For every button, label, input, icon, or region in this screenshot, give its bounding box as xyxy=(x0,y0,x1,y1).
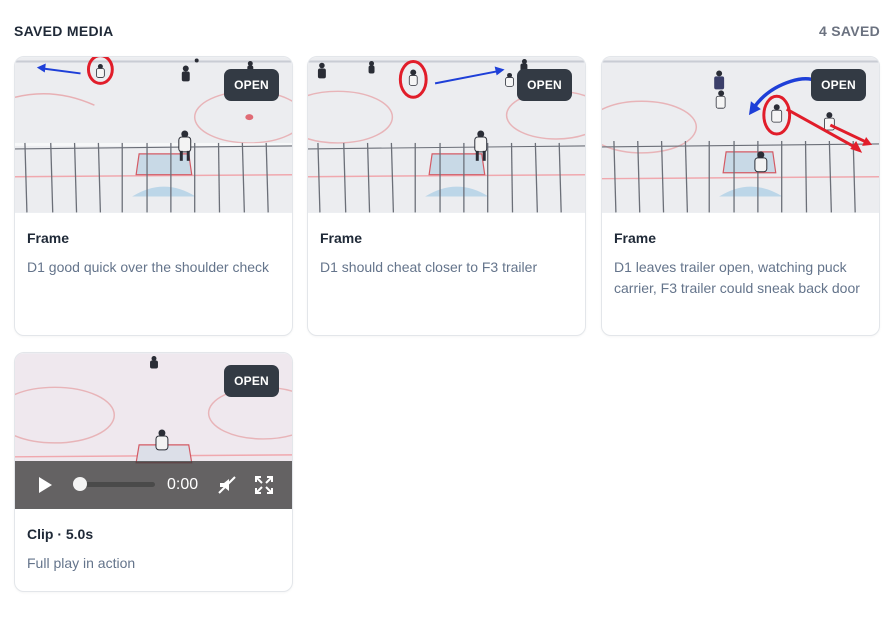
card-title: Frame xyxy=(614,230,657,246)
saved-media-header: SAVED MEDIA 4 SAVED xyxy=(14,22,880,40)
card-title: Frame xyxy=(27,230,70,246)
frame-thumbnail: OPEN xyxy=(308,57,585,213)
current-time: 0:00 xyxy=(167,476,199,493)
saved-count: 4 SAVED xyxy=(819,23,880,39)
card-description: Full play in action xyxy=(27,555,136,571)
card-body: Frame D1 leaves trailer open, watching p… xyxy=(602,213,879,298)
card-body: Frame D1 should cheat closer to F3 trail… xyxy=(308,213,585,278)
media-card-4[interactable]: OPEN 0:00 Clip · 5.0s Full play in actio… xyxy=(14,352,293,592)
video-controls: 0:00 xyxy=(15,461,292,509)
open-button[interactable]: OPEN xyxy=(811,69,866,101)
frame-thumbnail: OPEN xyxy=(602,57,879,213)
frame-thumbnail: OPEN xyxy=(15,57,292,213)
media-card-3[interactable]: OPEN Frame D1 leaves trailer open, watch… xyxy=(601,56,880,336)
play-icon[interactable] xyxy=(35,475,55,495)
open-button[interactable]: OPEN xyxy=(224,69,279,101)
card-body: Frame D1 good quick over the shoulder ch… xyxy=(15,213,292,278)
card-description: D1 good quick over the shoulder check xyxy=(27,259,270,275)
media-card-1[interactable]: OPEN Frame D1 good quick over the should… xyxy=(14,56,293,336)
open-button[interactable]: OPEN xyxy=(224,365,279,397)
seek-knob[interactable] xyxy=(73,477,87,491)
media-card-2[interactable]: OPEN Frame D1 should cheat closer to F3 … xyxy=(307,56,586,336)
section-title: SAVED MEDIA xyxy=(14,23,114,39)
open-button[interactable]: OPEN xyxy=(517,69,572,101)
seek-bar[interactable] xyxy=(75,482,155,487)
card-body: Clip · 5.0s Full play in action xyxy=(15,509,292,574)
fullscreen-icon[interactable] xyxy=(254,475,274,495)
card-title: Clip · 5.0s xyxy=(27,526,94,542)
mute-icon[interactable] xyxy=(217,475,237,495)
video-player[interactable]: OPEN 0:00 xyxy=(15,353,292,509)
card-description: D1 leaves trailer open, watching puck ca… xyxy=(614,259,860,296)
card-description: D1 should cheat closer to F3 trailer xyxy=(320,259,538,275)
card-title: Frame xyxy=(320,230,363,246)
